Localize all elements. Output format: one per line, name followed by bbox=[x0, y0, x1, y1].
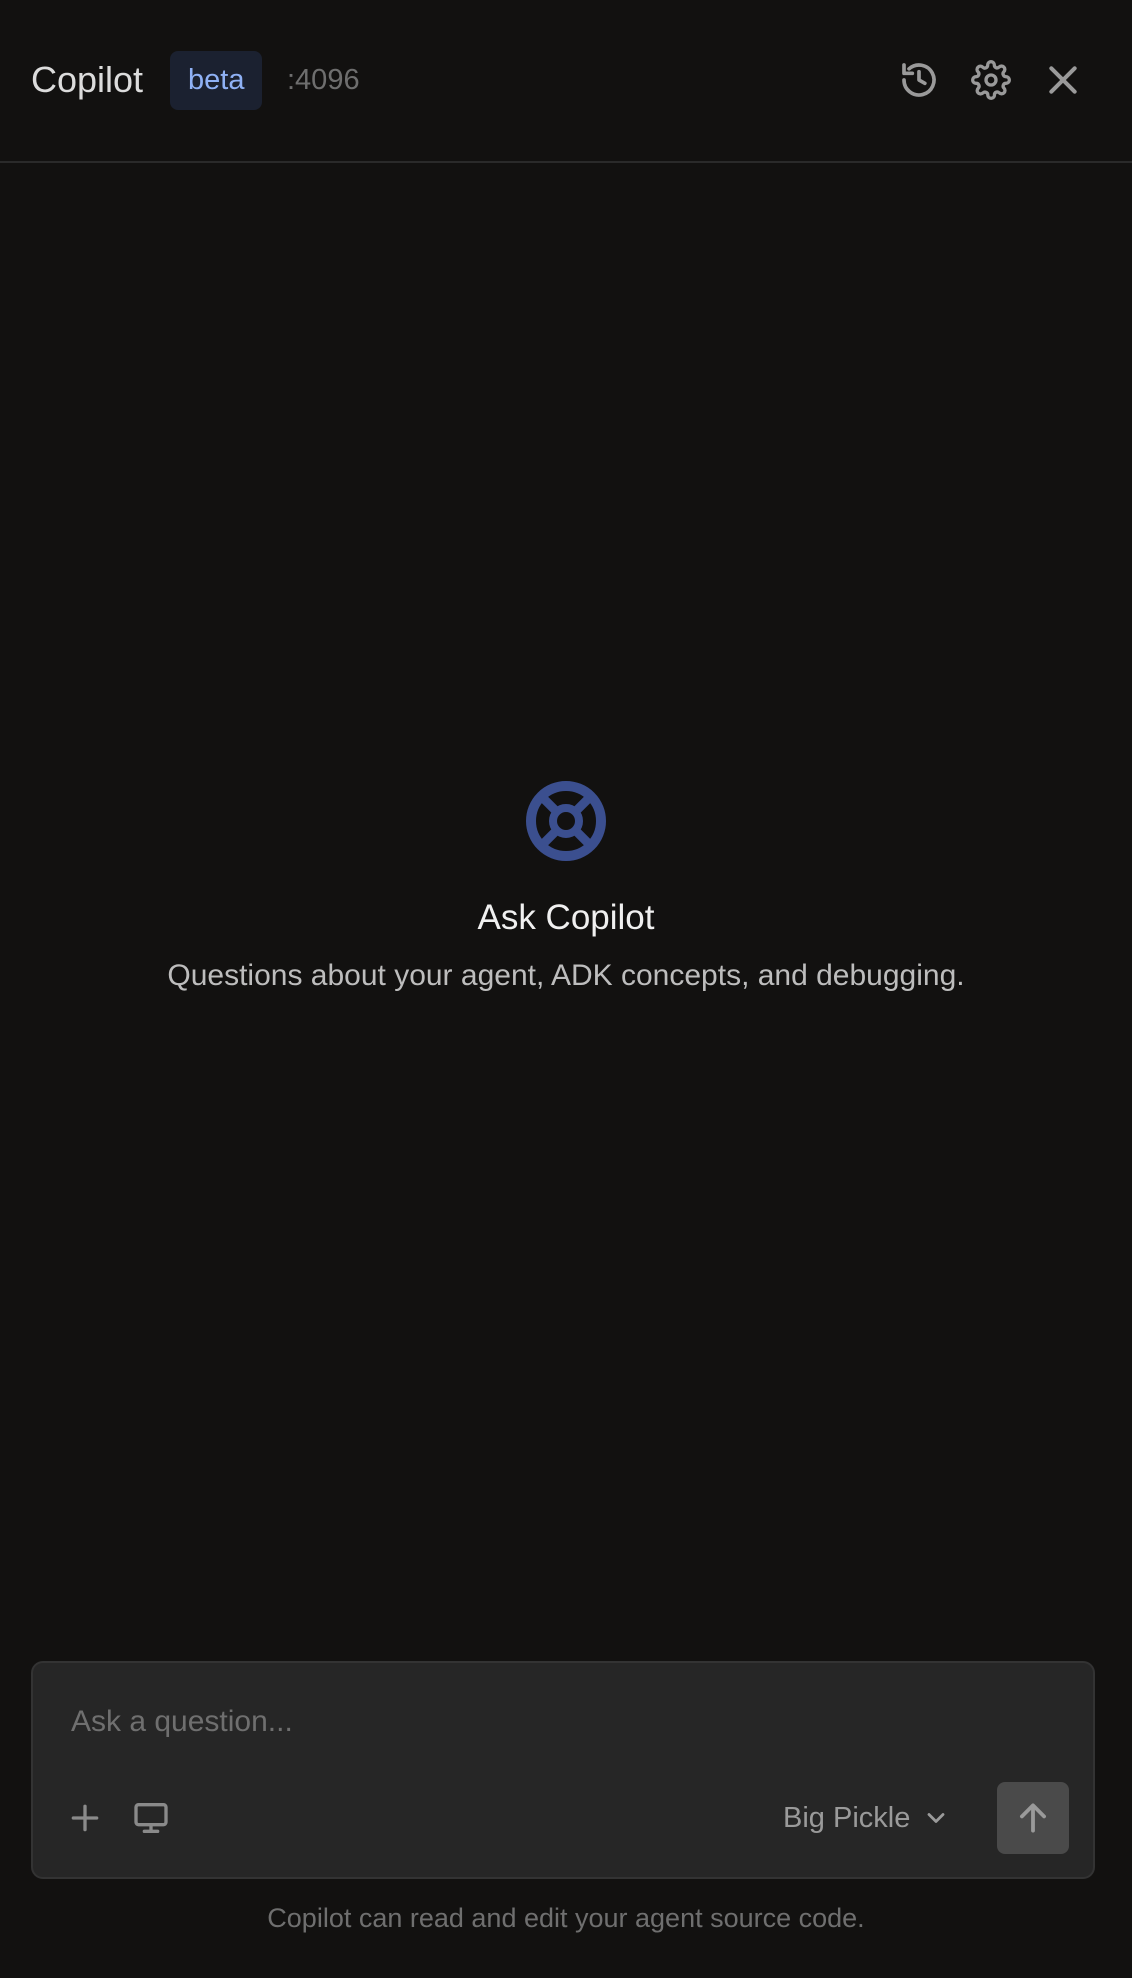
footer-note: Copilot can read and edit your agent sou… bbox=[267, 1903, 865, 1933]
model-selector-label: Big Pickle bbox=[783, 1801, 911, 1834]
copilot-panel: Copilot beta :4096 Ask Copilot Questions… bbox=[0, 0, 1132, 1978]
model-selector[interactable]: Big Pickle bbox=[783, 1794, 950, 1842]
settings-button[interactable] bbox=[969, 58, 1013, 102]
chevron-down-icon bbox=[927, 1813, 945, 1823]
port-label: :4096 bbox=[287, 64, 360, 96]
question-input[interactable] bbox=[71, 1699, 1051, 1745]
plus-icon bbox=[71, 1804, 99, 1832]
monitor-icon bbox=[134, 1803, 168, 1833]
beta-badge: beta bbox=[170, 51, 263, 110]
add-attachment-button[interactable] bbox=[61, 1794, 109, 1842]
screen-context-button[interactable] bbox=[127, 1794, 175, 1842]
lifebuoy-icon bbox=[526, 781, 606, 861]
empty-state-subtitle: Questions about your agent, ADK concepts… bbox=[167, 959, 965, 992]
history-button[interactable] bbox=[897, 58, 941, 102]
close-icon bbox=[1049, 66, 1077, 94]
history-icon bbox=[902, 63, 936, 97]
gear-icon bbox=[971, 60, 1011, 100]
send-button[interactable] bbox=[997, 1782, 1069, 1854]
empty-state-title: Ask Copilot bbox=[477, 898, 655, 937]
composer: Big Pickle bbox=[31, 1661, 1095, 1879]
close-button[interactable] bbox=[1041, 58, 1085, 102]
panel-title: Copilot bbox=[31, 59, 144, 100]
arrow-up-icon bbox=[1020, 1803, 1046, 1833]
panel-header: Copilot beta :4096 bbox=[0, 0, 1132, 163]
empty-state: Ask Copilot Questions about your agent, … bbox=[0, 780, 1132, 996]
